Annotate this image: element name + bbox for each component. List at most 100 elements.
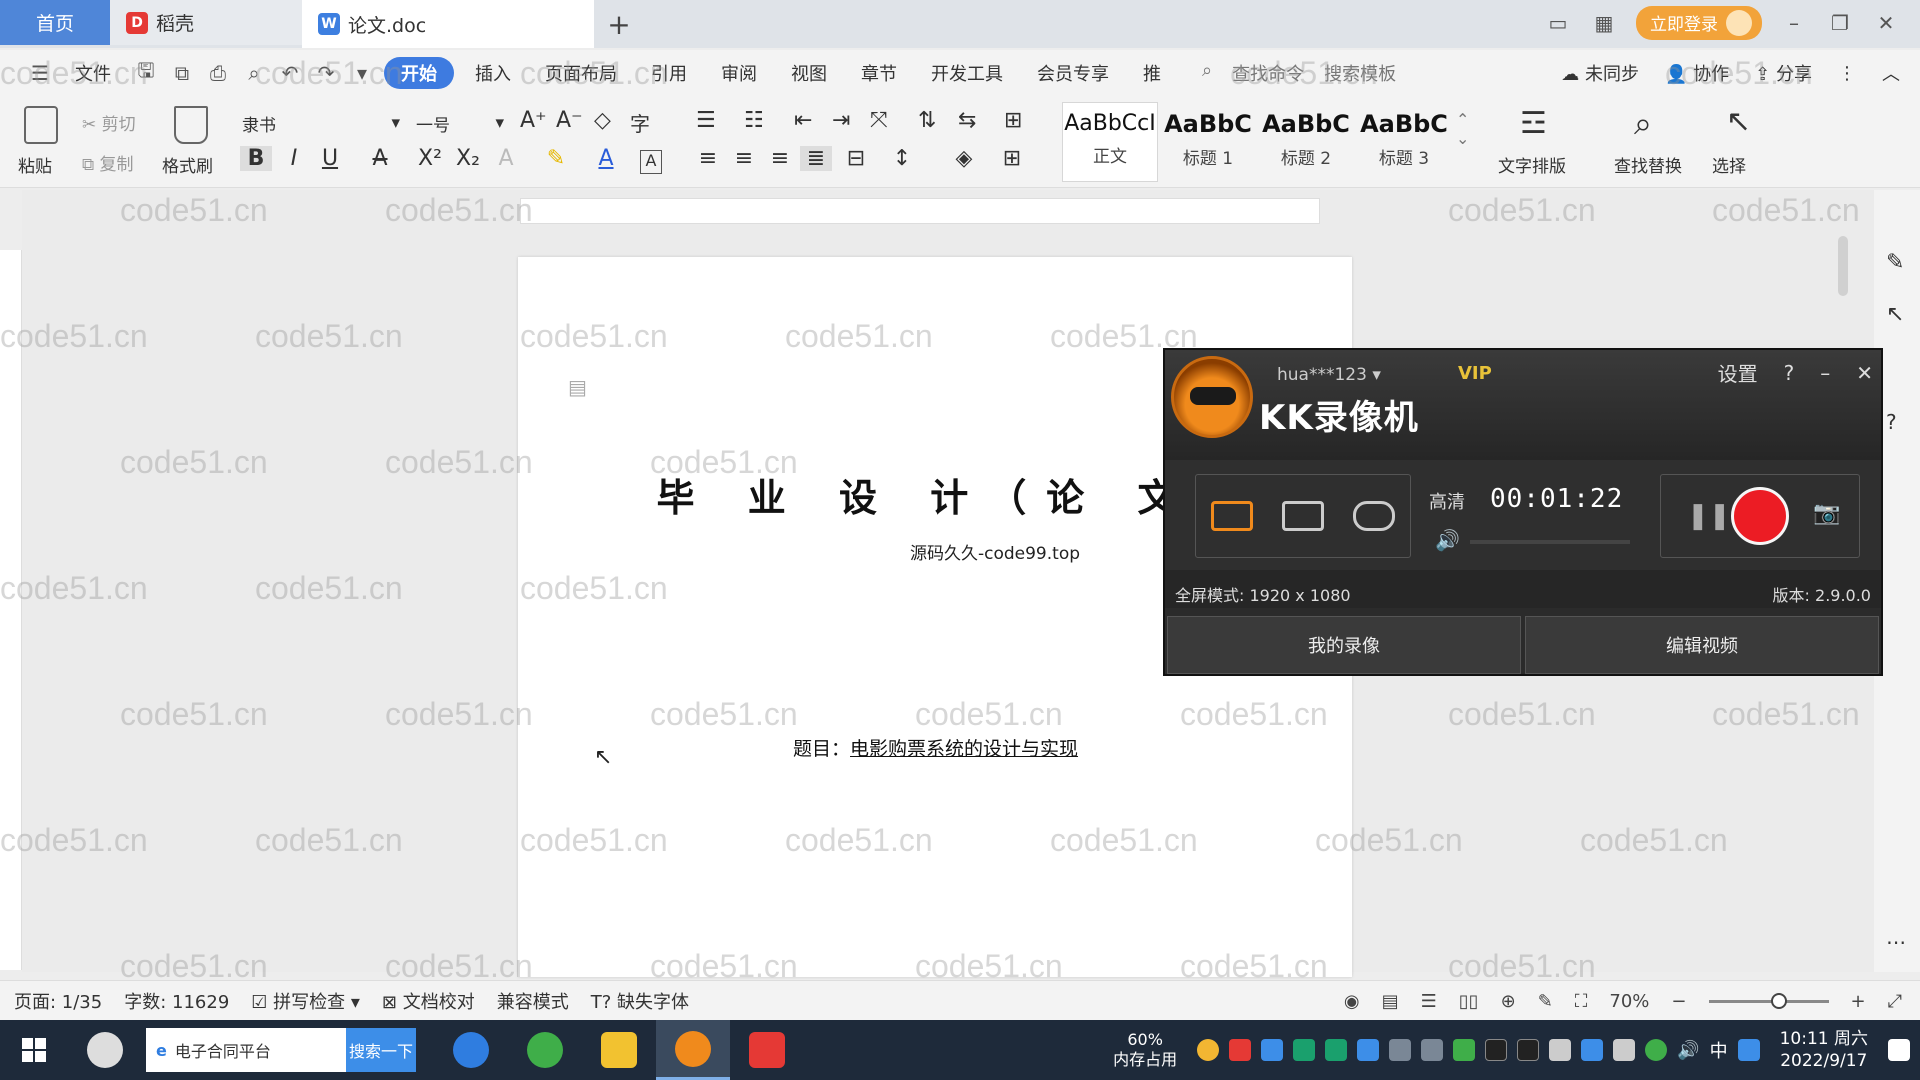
- restore-icon[interactable]: ❐: [1826, 11, 1854, 35]
- reading-view-icon[interactable]: ▯▯: [1459, 991, 1479, 1012]
- menu-insert[interactable]: 插入: [458, 57, 528, 89]
- text-layout-label[interactable]: 文字排版: [1498, 152, 1566, 177]
- find-replace-icon[interactable]: ⌕: [1634, 104, 1652, 143]
- align-center-icon[interactable]: ≡: [728, 146, 760, 171]
- menu-view[interactable]: 视图: [774, 57, 844, 89]
- my-videos-button[interactable]: 我的录像: [1167, 616, 1521, 674]
- highlight-button[interactable]: ✎: [540, 146, 572, 171]
- battery-icon[interactable]: [1549, 1039, 1572, 1061]
- align-right-icon[interactable]: ≡: [764, 146, 796, 171]
- start-button[interactable]: [0, 1038, 68, 1062]
- find-replace-label[interactable]: 查找替换: [1614, 152, 1682, 177]
- outline-view-icon[interactable]: ☰: [1421, 991, 1437, 1012]
- chinese-layout-icon[interactable]: ⤧: [870, 108, 888, 133]
- superscript-button[interactable]: X²: [414, 146, 446, 171]
- zoom-slider[interactable]: [1708, 992, 1829, 1009]
- menu-dev-tools[interactable]: 开发工具: [914, 57, 1020, 89]
- taskbar-search-button[interactable]: 搜索一下: [346, 1028, 416, 1072]
- copy-button[interactable]: ⧉ 复制: [82, 150, 134, 175]
- display-icon[interactable]: [1421, 1039, 1444, 1061]
- close-icon[interactable]: ✕: [1872, 11, 1900, 35]
- apps-grid-icon[interactable]: ▦: [1590, 11, 1618, 35]
- distribute-icon[interactable]: ⊟: [840, 146, 872, 171]
- font-name-select[interactable]: 隶书 ▾: [236, 108, 406, 138]
- more-dots-icon[interactable]: ⋯: [1886, 930, 1906, 954]
- select-label[interactable]: 选择: [1712, 152, 1746, 177]
- horizontal-ruler[interactable]: [520, 198, 1320, 224]
- paste-icon[interactable]: [24, 106, 58, 144]
- text-effect-button[interactable]: A: [490, 146, 522, 171]
- tab-home[interactable]: 首页: [0, 0, 110, 45]
- edit-pen-icon[interactable]: ✎: [1886, 250, 1904, 275]
- write-mode-icon[interactable]: ✎: [1538, 991, 1553, 1012]
- taskbar-app-pinwheel[interactable]: [68, 1020, 142, 1080]
- style-heading-3[interactable]: AaBbC 标题 3: [1356, 102, 1452, 182]
- subscript-button[interactable]: X₂: [452, 146, 484, 171]
- kk-vip-badge[interactable]: VIP: [1458, 363, 1492, 384]
- paste-label[interactable]: 粘贴: [18, 152, 52, 177]
- scroll-thumb[interactable]: [1838, 236, 1848, 296]
- tray-app-icon[interactable]: [1229, 1039, 1252, 1061]
- command-search[interactable]: ⌕ 查找命令 搜索模板: [1202, 60, 1396, 86]
- show-marks-icon[interactable]: ⊞: [1004, 108, 1022, 133]
- fullscreen-icon[interactable]: ⤢: [1888, 991, 1902, 1012]
- pointer-icon[interactable]: ↖: [1886, 302, 1904, 327]
- justify-icon[interactable]: ≣: [800, 146, 832, 171]
- page-count[interactable]: 页面: 1/35: [14, 988, 102, 1014]
- volume-slider[interactable]: [1470, 540, 1630, 544]
- collapse-ribbon-icon[interactable]: ︿: [1882, 60, 1900, 86]
- region-mode-icon[interactable]: [1281, 501, 1324, 531]
- close-icon[interactable]: ✕: [1856, 361, 1873, 385]
- game-mode-icon[interactable]: [1353, 501, 1396, 531]
- font-color-button[interactable]: A: [590, 146, 622, 171]
- styles-scroll-icon[interactable]: ⌃ ⌄: [1456, 110, 1469, 148]
- tab-document[interactable]: W 论文.doc: [302, 0, 594, 48]
- save-icon[interactable]: 🖫: [128, 56, 164, 90]
- minimize-icon[interactable]: –: [1780, 11, 1808, 35]
- record-button[interactable]: [1731, 487, 1789, 545]
- edit-video-button[interactable]: 编辑视频: [1525, 616, 1879, 674]
- sync-button[interactable]: ☁ 未同步: [1561, 60, 1639, 86]
- paste-options-icon[interactable]: ▤: [568, 375, 587, 399]
- network-icon[interactable]: [1389, 1039, 1412, 1061]
- help-icon[interactable]: ?: [1784, 361, 1795, 385]
- format-painter-label[interactable]: 格式刷: [162, 152, 213, 177]
- vertical-ruler[interactable]: [0, 250, 22, 970]
- more-icon[interactable]: ⋮: [1838, 63, 1856, 84]
- minimize-icon[interactable]: –: [1820, 361, 1830, 385]
- shading-icon[interactable]: ◈: [948, 146, 980, 171]
- kk-quality-button[interactable]: 高清: [1429, 488, 1465, 514]
- phonetic-icon[interactable]: 字: [630, 108, 650, 137]
- underline-button[interactable]: U: [314, 146, 346, 171]
- pause-icon[interactable]: ❚❚: [1687, 501, 1731, 531]
- taskbar-app-wps[interactable]: [730, 1020, 804, 1080]
- menu-page-layout[interactable]: 页面布局: [528, 57, 634, 89]
- qq-icon[interactable]: [1485, 1039, 1508, 1061]
- select-cursor-icon[interactable]: ↖: [1726, 104, 1751, 139]
- char-border-button[interactable]: A: [640, 150, 662, 174]
- menu-chapter[interactable]: 章节: [844, 57, 914, 89]
- grow-font-icon[interactable]: A⁺: [520, 108, 547, 133]
- increase-indent-icon[interactable]: ⇥: [832, 108, 850, 133]
- decrease-indent-icon[interactable]: ⇤: [794, 108, 812, 133]
- shrink-font-icon[interactable]: A⁻: [556, 108, 583, 133]
- zoom-level[interactable]: 70%: [1609, 991, 1649, 1012]
- weather-icon[interactable]: [1197, 1039, 1220, 1061]
- italic-button[interactable]: I: [278, 146, 310, 171]
- spell-check-button[interactable]: ☑ 拼写检查 ▾: [251, 988, 360, 1014]
- ime-indicator[interactable]: 中: [1710, 1037, 1728, 1063]
- taskbar-app-kk[interactable]: [656, 1020, 730, 1080]
- style-normal[interactable]: AaBbCcI 正文: [1062, 102, 1158, 182]
- line-spacing-icon[interactable]: ↕: [886, 146, 918, 171]
- nvidia-icon[interactable]: [1453, 1039, 1476, 1061]
- chevron-down-icon[interactable]: ▾: [344, 61, 380, 85]
- tray-app-icon[interactable]: [1261, 1039, 1284, 1061]
- input-method-icon[interactable]: [1737, 1039, 1760, 1061]
- volume-icon[interactable]: 🔊: [1435, 528, 1460, 552]
- doc-proof-button[interactable]: ⊠ 文档校对: [382, 988, 475, 1014]
- usb-icon[interactable]: [1613, 1039, 1636, 1061]
- notification-icon[interactable]: [1888, 1039, 1910, 1061]
- web-view-icon[interactable]: ⊕: [1501, 991, 1516, 1012]
- help-icon[interactable]: ?: [1886, 410, 1897, 434]
- volume-icon[interactable]: 🔊: [1677, 1040, 1699, 1061]
